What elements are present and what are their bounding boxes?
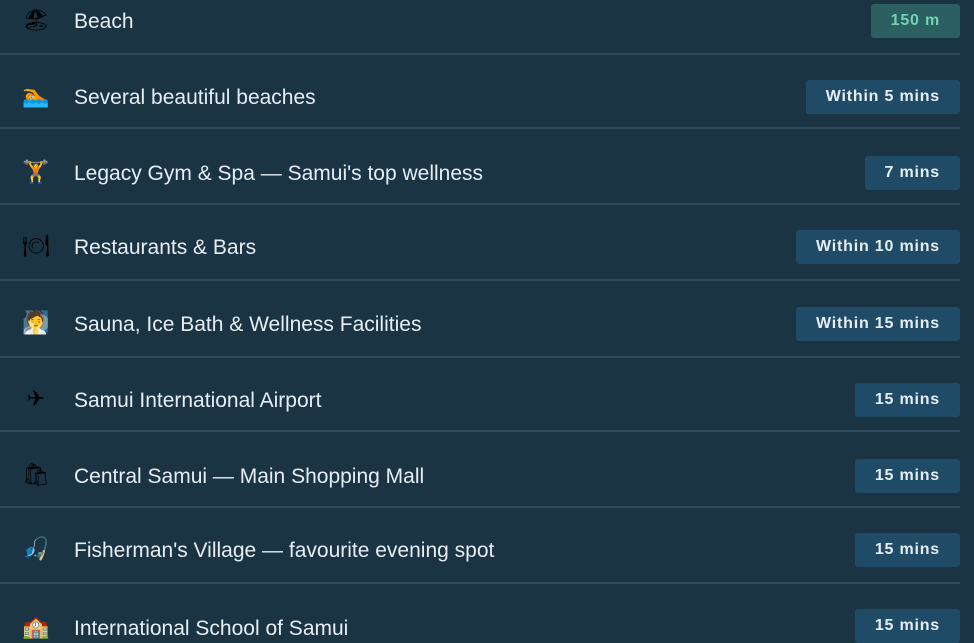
list-item: 🏋 Legacy Gym & Spa — Samui's top wellnes… — [0, 135, 974, 211]
place-label: Sauna, Ice Bath & Wellness Facilities — [74, 313, 422, 336]
nearby-places-list: 🏖 Beach 150 m 🏊 Several beautiful beache… — [0, 0, 974, 643]
airplane-icon: ✈ — [26, 387, 46, 412]
fork-knife-plate-icon: 🍽 — [22, 234, 50, 259]
school-icon: 🏫 — [22, 615, 50, 640]
distance-badge: 7 mins — [864, 156, 960, 190]
place-label: Beach — [74, 10, 134, 33]
divider — [0, 506, 960, 508]
divider — [0, 430, 960, 432]
shopping-bags-icon: 🛍 — [22, 463, 50, 488]
list-item: 🏊 Several beautiful beaches Within 5 min… — [0, 59, 974, 135]
distance-badge: Within 10 mins — [796, 230, 960, 264]
person-in-steam-icon: 🧖 — [22, 311, 50, 336]
divider — [0, 356, 960, 358]
distance-badge: 15 mins — [854, 609, 960, 643]
list-item: 🏖 Beach 150 m — [0, 0, 974, 59]
place-label: Central Samui — Main Shopping Mall — [74, 465, 425, 488]
distance-badge: Within 5 mins — [805, 80, 960, 114]
place-label: Fisherman's Village — favourite evening … — [74, 539, 495, 562]
distance-badge: 150 m — [870, 4, 960, 38]
swimmer-icon: 🏊 — [22, 84, 50, 109]
list-item: ✈ Samui International Airport 15 mins — [0, 362, 974, 438]
divider — [0, 127, 960, 129]
list-item: 🧖 Sauna, Ice Bath & Wellness Facilities … — [0, 286, 974, 362]
list-item: 🏫 International School of Samui 15 mins — [0, 567, 974, 643]
beach-icon: 🏖 — [22, 8, 50, 33]
place-label: International School of Samui — [74, 617, 349, 640]
fishing-pole-icon: 🎣 — [22, 537, 50, 562]
place-label: Several beautiful beaches — [74, 86, 316, 109]
divider — [0, 203, 960, 205]
divider — [0, 53, 960, 55]
weightlifter-icon: 🏋 — [22, 160, 50, 185]
place-label: Legacy Gym & Spa — Samui's top wellness — [74, 162, 484, 185]
list-item: 🍽 Restaurants & Bars Within 10 mins — [0, 209, 974, 285]
distance-badge: Within 15 mins — [796, 307, 960, 341]
distance-badge: 15 mins — [854, 533, 960, 567]
place-label: Restaurants & Bars — [74, 236, 257, 259]
list-item: 🛍 Central Samui — Main Shopping Mall 15 … — [0, 438, 974, 514]
divider — [0, 279, 960, 281]
distance-badge: 15 mins — [854, 459, 960, 493]
distance-badge: 15 mins — [854, 383, 960, 417]
place-label: Samui International Airport — [74, 389, 322, 412]
